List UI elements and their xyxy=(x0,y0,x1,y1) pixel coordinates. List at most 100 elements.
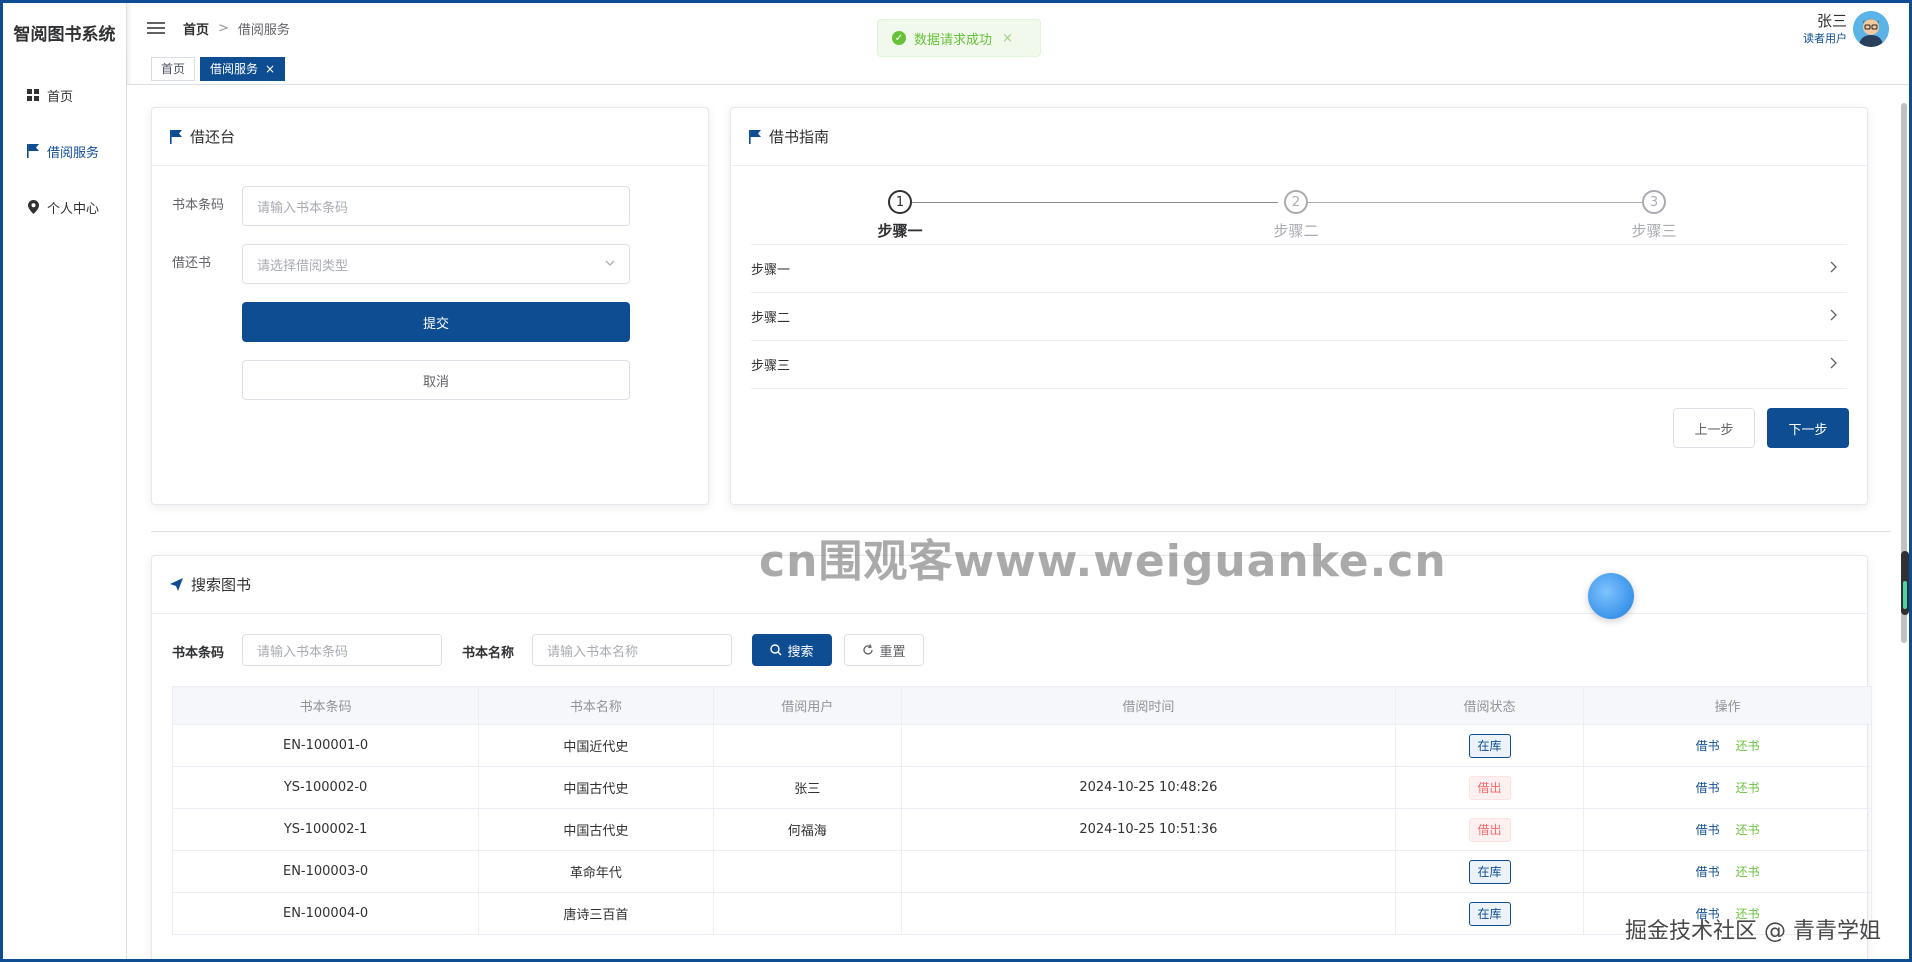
tags-view: 首页 借阅服务 × xyxy=(127,53,1909,85)
steps: 1 2 3 步骤一 步骤二 步骤三 xyxy=(731,186,1867,246)
user-name: 张三 xyxy=(1816,12,1847,30)
borrow-type-placeholder: 请选择借阅类型 xyxy=(257,258,349,274)
column-header[interactable]: 借阅用户 xyxy=(712,686,902,725)
search-icon xyxy=(770,644,782,656)
search-name-input[interactable]: 请输入书本名称 xyxy=(532,634,732,666)
breadcrumb-current: 借阅服务 xyxy=(237,22,290,38)
side-handle[interactable] xyxy=(1901,551,1909,615)
borrow-guide-card: 借书指南 1 2 3 步骤一 步骤二 步骤三 步骤一 步骤二 步骤三 上一步 下… xyxy=(730,107,1868,505)
grid-icon xyxy=(25,89,41,101)
cancel-button[interactable]: 取消 xyxy=(242,360,630,400)
search-button-label: 搜索 xyxy=(787,644,814,660)
card-title: 搜索图书 xyxy=(191,576,252,594)
cell-user: 何福海 xyxy=(712,808,902,851)
search-barcode-input[interactable]: 请输入书本条码 xyxy=(242,634,442,666)
breadcrumb: 首页 > 借阅服务 xyxy=(183,19,290,38)
table-row: YS-100002-0 中国古代史 张三 2024-10-25 10:48:26 借出 借… xyxy=(171,766,1872,809)
table-row: EN-100003-0 革命年代 在库 借书 还书 xyxy=(171,850,1872,893)
breadcrumb-home[interactable]: 首页 xyxy=(183,19,209,38)
cell-barcode: EN-100004-0 xyxy=(171,892,480,935)
chevron-right-icon xyxy=(1829,261,1837,277)
step-connector xyxy=(1308,202,1642,203)
cell-name: 中国古代史 xyxy=(478,766,714,809)
return-link[interactable]: 还书 xyxy=(1736,739,1760,753)
cell-name: 革命年代 xyxy=(478,850,714,893)
barcode-placeholder: 请输入书本条码 xyxy=(257,200,349,216)
floating-assistant-button[interactable] xyxy=(1588,573,1634,619)
next-step-button[interactable]: 下一步 xyxy=(1767,408,1849,448)
cell-barcode: EN-100003-0 xyxy=(171,850,480,893)
collapse-item-label: 步骤二 xyxy=(751,311,791,326)
user-info[interactable]: 张三 读者用户 xyxy=(1803,11,1889,47)
menu-toggle-icon[interactable] xyxy=(147,19,165,37)
sidebar-item-home[interactable]: 首页 xyxy=(3,67,126,123)
collapse-item-step-3[interactable]: 步骤三 xyxy=(751,341,1847,389)
return-link[interactable]: 还书 xyxy=(1736,781,1760,795)
step-2-indicator: 2 xyxy=(1284,190,1308,214)
cell-name: 中国近代史 xyxy=(478,724,714,767)
search-barcode-label: 书本条码 xyxy=(172,646,225,661)
reset-button-label: 重置 xyxy=(879,644,906,660)
cell-status: 在库 xyxy=(1394,724,1585,767)
submit-button[interactable]: 提交 xyxy=(242,302,630,342)
return-link[interactable]: 还书 xyxy=(1736,865,1760,879)
sidebar-item-borrow-service[interactable]: 借阅服务 xyxy=(3,123,126,179)
cell-actions: 借书 还书 xyxy=(1583,766,1872,809)
collapse-item-label: 步骤一 xyxy=(751,263,791,278)
borrow-link[interactable]: 借书 xyxy=(1696,781,1720,795)
collapse-item-step-1[interactable]: 步骤一 xyxy=(751,245,1847,293)
cell-actions: 借书 还书 xyxy=(1583,724,1872,767)
card-header: 借书指南 xyxy=(731,108,1867,166)
prev-step-button[interactable]: 上一步 xyxy=(1673,408,1755,448)
corner-watermark: 掘金技术社区 @ 青青学姐 xyxy=(1625,919,1881,944)
cell-status: 在库 xyxy=(1394,892,1585,935)
refresh-icon xyxy=(862,644,874,656)
status-badge: 借出 xyxy=(1468,775,1511,800)
column-header[interactable]: 操作 xyxy=(1583,686,1872,725)
close-icon[interactable]: × xyxy=(1002,31,1013,46)
return-link[interactable]: 还书 xyxy=(1736,823,1760,837)
borrow-type-label: 借还书 xyxy=(172,256,212,271)
borrow-link[interactable]: 借书 xyxy=(1696,865,1720,879)
cell-barcode: YS-100002-0 xyxy=(171,766,480,809)
cell-time: 2024-10-25 10:48:26 xyxy=(900,766,1396,809)
tag-home[interactable]: 首页 xyxy=(151,56,196,81)
column-header[interactable]: 书本条码 xyxy=(171,686,480,725)
reset-button[interactable]: 重置 xyxy=(844,634,924,666)
card-title: 借书指南 xyxy=(769,128,830,146)
column-header[interactable]: 借阅时间 xyxy=(900,686,1396,725)
chevron-right-icon xyxy=(1829,309,1837,325)
location-pin-icon xyxy=(25,200,41,214)
sidebar: 智阅图书系统 首页 借阅服务 个人中心 xyxy=(3,3,127,959)
collapse-item-label: 步骤三 xyxy=(751,359,791,374)
status-badge: 借出 xyxy=(1468,817,1511,842)
tag-borrow-service[interactable]: 借阅服务 × xyxy=(200,56,286,81)
column-header[interactable]: 书本名称 xyxy=(478,686,714,725)
chevron-down-icon xyxy=(605,257,615,272)
success-toast: ✓ 数据请求成功 × xyxy=(877,19,1041,57)
column-header[interactable]: 借阅状态 xyxy=(1394,686,1585,725)
cell-actions: 借书 还书 xyxy=(1583,808,1872,851)
avatar[interactable] xyxy=(1853,11,1889,47)
cell-time xyxy=(900,850,1396,893)
borrow-type-select[interactable]: 请选择借阅类型 xyxy=(242,244,630,284)
app-title: 智阅图书系统 xyxy=(13,25,116,45)
cell-barcode: YS-100002-1 xyxy=(171,808,480,851)
step-3-indicator: 3 xyxy=(1642,190,1666,214)
borrow-link[interactable]: 借书 xyxy=(1696,739,1720,753)
cell-user: 张三 xyxy=(712,766,902,809)
borrow-link[interactable]: 借书 xyxy=(1696,823,1720,837)
status-badge: 在库 xyxy=(1468,859,1511,884)
card-header: 借还台 xyxy=(152,108,708,166)
paper-plane-icon xyxy=(170,578,183,591)
step-2-label: 步骤二 xyxy=(1273,222,1319,240)
barcode-input[interactable]: 请输入书本条码 xyxy=(242,186,630,226)
close-icon[interactable]: × xyxy=(265,62,275,76)
cell-status: 借出 xyxy=(1394,808,1585,851)
collapse-item-step-2[interactable]: 步骤二 xyxy=(751,293,1847,341)
step-1-indicator: 1 xyxy=(888,190,912,214)
cell-time xyxy=(900,724,1396,767)
search-button[interactable]: 搜索 xyxy=(752,634,832,666)
card-title: 借还台 xyxy=(190,128,236,146)
sidebar-item-personal-center[interactable]: 个人中心 xyxy=(3,179,126,235)
